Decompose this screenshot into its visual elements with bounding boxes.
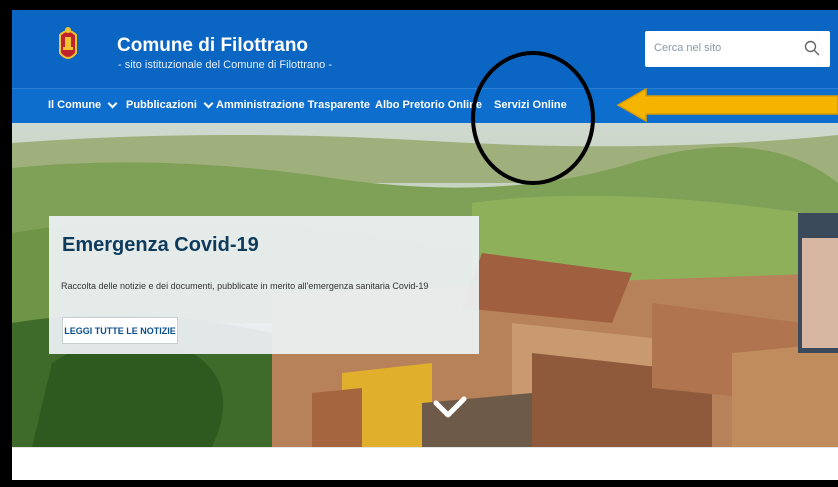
coat-of-arms-icon[interactable] (56, 25, 80, 65)
site-subtitle: - sito istituzionale del Comune di Filot… (118, 59, 332, 71)
main-navigation: Il Comune Pubblicazioni Amministrazione … (12, 88, 838, 123)
read-all-news-button[interactable]: LEGGI TUTTE LE NOTIZIE (62, 317, 178, 344)
news-card: Emergenza Covid-19 Raccolta delle notizi… (49, 216, 479, 354)
chevron-down-icon (107, 98, 118, 108)
nav-item-servizi-online[interactable]: Servizi Online (494, 99, 567, 111)
nav-item-albo-pretorio[interactable]: Albo Pretorio Online (375, 99, 482, 111)
content-divider (12, 447, 838, 448)
nav-item-il-comune[interactable]: Il Comune (48, 98, 118, 111)
nav-item-pubblicazioni[interactable]: Pubblicazioni (126, 98, 214, 111)
browser-viewport: Comune di Filottrano - sito istituzional… (12, 10, 838, 480)
hero-banner: Emergenza Covid-19 Raccolta delle notizi… (12, 123, 838, 447)
search-input[interactable]: Cerca nel sito (654, 42, 721, 54)
chevron-down-icon (203, 98, 214, 108)
site-header: Comune di Filottrano - sito istituzional… (12, 10, 838, 88)
site-title[interactable]: Comune di Filottrano (117, 35, 308, 57)
chevron-down-icon[interactable] (430, 393, 470, 423)
search-icon[interactable] (804, 40, 820, 56)
search-box[interactable]: Cerca nel sito (645, 31, 830, 67)
nav-item-amministrazione-trasparente[interactable]: Amministrazione Trasparente (216, 99, 370, 111)
card-title[interactable]: Emergenza Covid-19 (62, 234, 259, 257)
card-description: Raccolta delle notizie e dei documenti, … (61, 281, 429, 291)
